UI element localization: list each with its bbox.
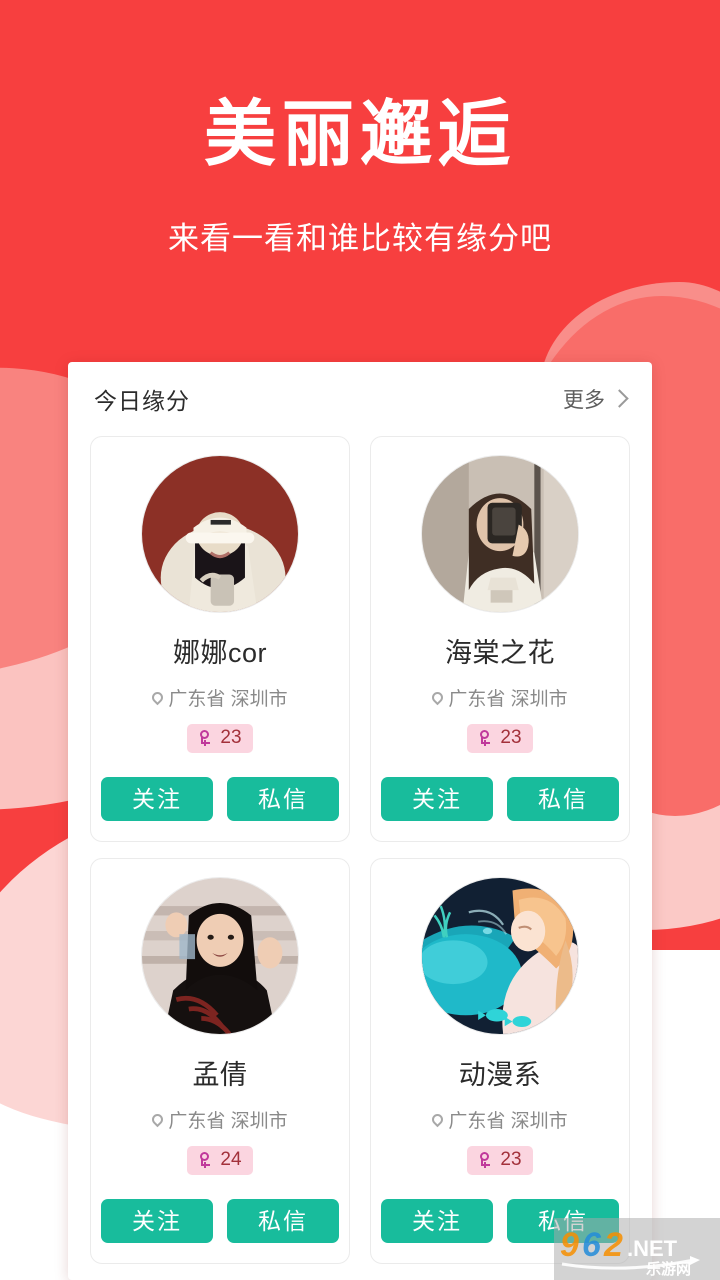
content-sheet: 今日缘分 更多 娜娜cor 广东省 深圳市 23 关注 私信 海棠之花 广东省 … bbox=[68, 362, 652, 1280]
svg-text:6: 6 bbox=[582, 1226, 602, 1264]
profile-name: 孟倩 bbox=[192, 1060, 248, 1090]
section-title: 今日缘分 bbox=[94, 388, 190, 414]
hero-title: 美丽邂逅 bbox=[203, 95, 516, 175]
profile-card[interactable]: 动漫系 广东省 深圳市 23 关注 私信 bbox=[370, 858, 630, 1264]
avatar[interactable] bbox=[141, 877, 299, 1035]
avatar[interactable] bbox=[141, 455, 299, 613]
profile-location: 广东省 深圳市 bbox=[101, 1106, 339, 1133]
more-label: 更多 bbox=[563, 389, 605, 412]
profile-actions: 关注 私信 bbox=[101, 777, 339, 821]
message-button[interactable]: 私信 bbox=[507, 777, 619, 821]
profile-name: 动漫系 bbox=[458, 1060, 542, 1090]
svg-text:乐游网: 乐游网 bbox=[646, 1260, 691, 1278]
hero-banner: 美丽邂逅 来看一看和谁比较有缘分吧 bbox=[0, 0, 720, 258]
venus-icon bbox=[478, 1152, 494, 1168]
profile-grid: 娜娜cor 广东省 深圳市 23 关注 私信 海棠之花 广东省 深圳市 23 关… bbox=[90, 436, 630, 1264]
profile-location: 广东省 深圳市 bbox=[381, 1106, 619, 1133]
profile-name: 娜娜cor bbox=[172, 638, 267, 668]
svg-text:2: 2 bbox=[603, 1226, 623, 1264]
location-text: 广东省 深圳市 bbox=[168, 1111, 288, 1132]
follow-button[interactable]: 关注 bbox=[101, 1199, 213, 1243]
location-text: 广东省 深圳市 bbox=[168, 689, 288, 710]
avatar[interactable] bbox=[421, 877, 579, 1035]
location-pin-icon bbox=[150, 689, 166, 706]
gender-age-badge: 23 bbox=[467, 724, 533, 753]
age-value: 23 bbox=[220, 727, 242, 748]
hero-subtitle: 来看一看和谁比较有缘分吧 bbox=[168, 221, 552, 257]
profile-card[interactable]: 海棠之花 广东省 深圳市 23 关注 私信 bbox=[370, 436, 630, 842]
follow-button[interactable]: 关注 bbox=[381, 1199, 493, 1243]
venus-icon bbox=[478, 730, 494, 746]
location-text: 广东省 深圳市 bbox=[448, 1111, 568, 1132]
avatar[interactable] bbox=[421, 455, 579, 613]
follow-button[interactable]: 关注 bbox=[381, 777, 493, 821]
profile-location: 广东省 深圳市 bbox=[381, 684, 619, 711]
age-value: 24 bbox=[220, 1149, 242, 1170]
profile-actions: 关注 私信 bbox=[381, 777, 619, 821]
chevron-right-icon bbox=[610, 388, 629, 408]
app-screen: 美丽邂逅 来看一看和谁比较有缘分吧 今日缘分 更多 娜娜cor 广东省 深圳市 … bbox=[0, 0, 720, 1280]
profile-card[interactable]: 孟倩 广东省 深圳市 24 关注 私信 bbox=[90, 858, 350, 1264]
profile-card[interactable]: 娜娜cor 广东省 深圳市 23 关注 私信 bbox=[90, 436, 350, 842]
location-pin-icon bbox=[430, 1111, 446, 1128]
location-pin-icon bbox=[430, 689, 446, 706]
svg-text:9: 9 bbox=[560, 1226, 579, 1264]
message-button[interactable]: 私信 bbox=[227, 777, 339, 821]
gender-age-badge: 24 bbox=[187, 1146, 253, 1175]
age-value: 23 bbox=[500, 727, 522, 748]
profile-location: 广东省 深圳市 bbox=[101, 684, 339, 711]
venus-icon bbox=[198, 730, 214, 746]
profile-actions: 关注 私信 bbox=[101, 1199, 339, 1243]
profile-name: 海棠之花 bbox=[445, 638, 555, 668]
section-header-today-fate: 今日缘分 更多 bbox=[90, 362, 630, 436]
age-value: 23 bbox=[500, 1149, 522, 1170]
site-watermark: 9 6 2 .NET 乐游网 bbox=[554, 1218, 720, 1280]
message-button[interactable]: 私信 bbox=[227, 1199, 339, 1243]
location-pin-icon bbox=[150, 1111, 166, 1128]
follow-button[interactable]: 关注 bbox=[101, 777, 213, 821]
svg-text:.NET: .NET bbox=[627, 1236, 678, 1261]
venus-icon bbox=[198, 1152, 214, 1168]
location-text: 广东省 深圳市 bbox=[448, 689, 568, 710]
more-link-today-fate[interactable]: 更多 bbox=[563, 384, 629, 414]
gender-age-badge: 23 bbox=[467, 1146, 533, 1175]
gender-age-badge: 23 bbox=[187, 724, 253, 753]
